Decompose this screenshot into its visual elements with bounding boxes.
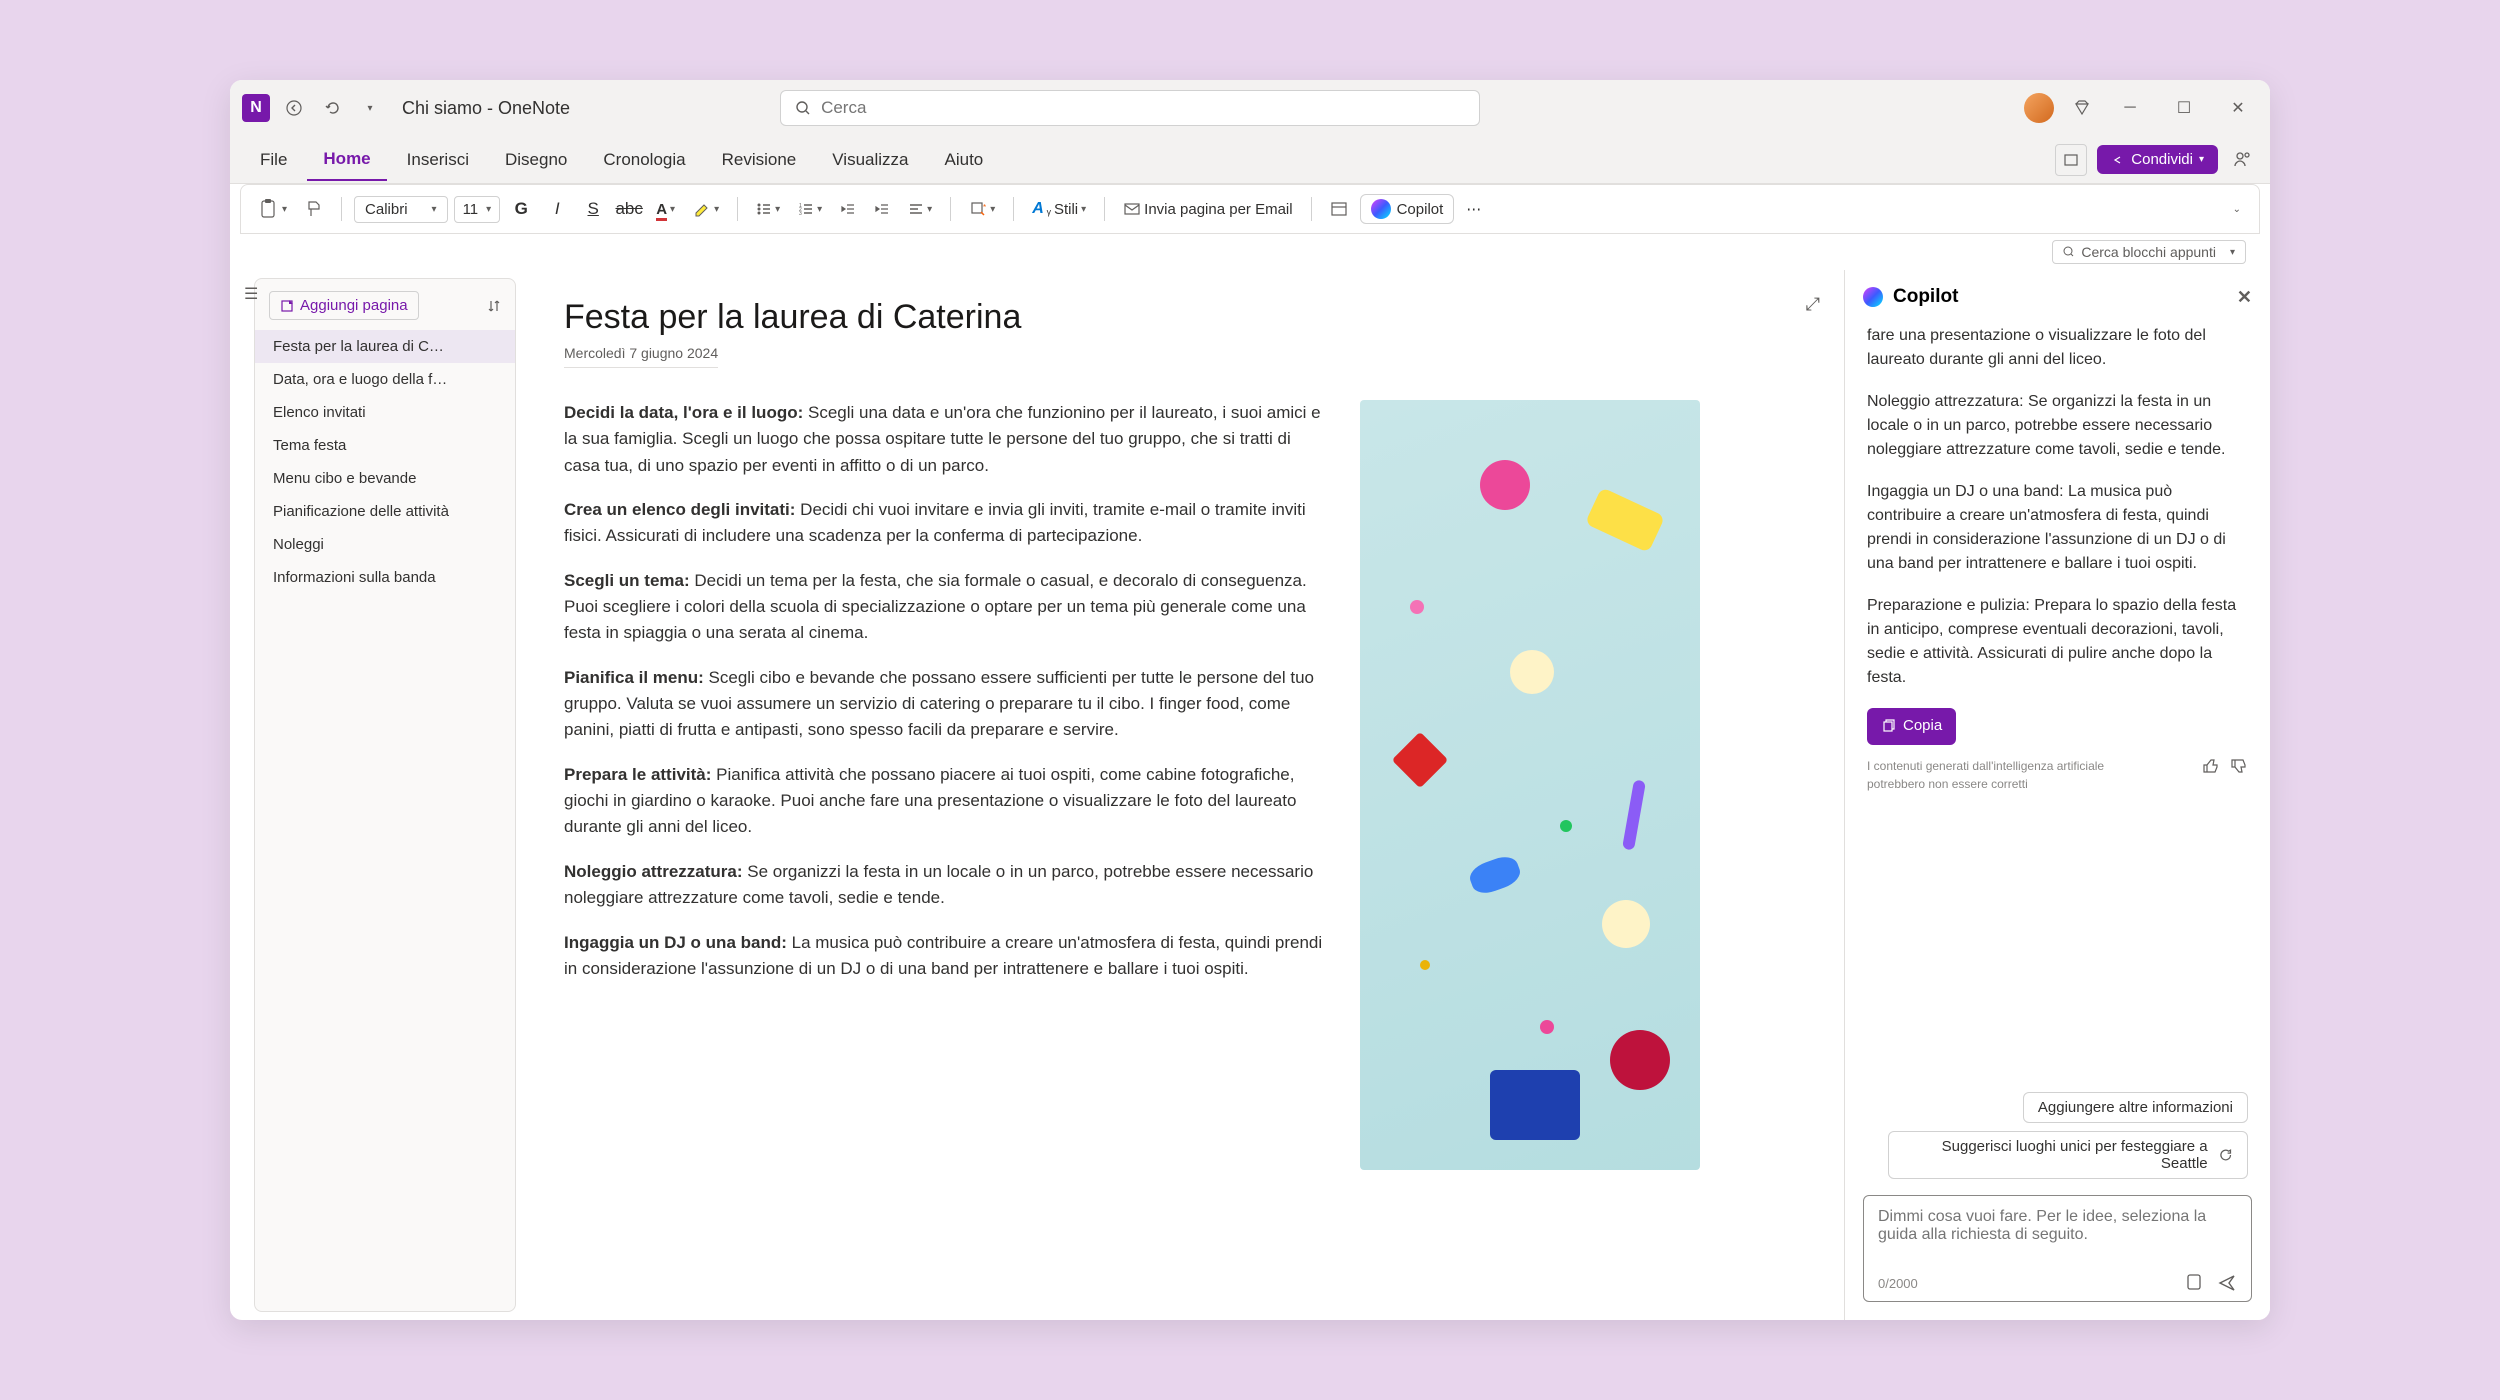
indent-button[interactable] xyxy=(868,197,896,221)
search-box[interactable] xyxy=(780,90,1480,126)
mode-switch-button[interactable] xyxy=(2055,144,2087,176)
titlebar: N ▾ Chi siamo - OneNote ─ ☐ ✕ xyxy=(230,80,2270,136)
copilot-textarea[interactable] xyxy=(1878,1208,2237,1264)
refresh-icon xyxy=(2218,1147,2233,1163)
page-list-item[interactable]: Festa per la laurea di C… xyxy=(255,330,515,363)
window-title: Chi siamo - OneNote xyxy=(402,98,570,119)
app-window: N ▾ Chi siamo - OneNote ─ ☐ ✕ File Home … xyxy=(230,80,2270,1320)
tab-file[interactable]: File xyxy=(244,140,303,180)
tab-insert[interactable]: Inserisci xyxy=(391,140,485,180)
strikethrough-button[interactable]: abc xyxy=(614,194,644,224)
numbering-button[interactable]: 123 ▾ xyxy=(792,197,828,221)
font-color-button[interactable]: A ▾ xyxy=(650,197,681,222)
share-button[interactable]: Condividi ▾ xyxy=(2097,145,2218,174)
bullets-button[interactable]: ▾ xyxy=(750,197,786,221)
format-painter-button[interactable] xyxy=(299,196,329,222)
thumbs-down-icon[interactable] xyxy=(2230,757,2248,775)
search-input[interactable] xyxy=(821,98,1465,118)
tab-home[interactable]: Home xyxy=(307,139,386,181)
email-page-button[interactable]: Invia pagina per Email xyxy=(1117,196,1298,222)
page-list-item[interactable]: Data, ora e luogo della f… xyxy=(255,363,515,396)
user-avatar[interactable] xyxy=(2024,93,2054,123)
copilot-logo-icon xyxy=(1371,199,1391,219)
sub-toolbar: ☰ Cerca blocchi appunti ▾ xyxy=(230,234,2270,270)
tab-draw[interactable]: Disegno xyxy=(489,140,583,180)
page-list-item[interactable]: Tema festa xyxy=(255,429,515,462)
suggestion-chips: Aggiungere altre informazioni Suggerisci… xyxy=(1845,1082,2270,1189)
tab-history[interactable]: Cronologia xyxy=(587,140,701,180)
nav-toggle-icon[interactable]: ☰ xyxy=(244,284,258,304)
page-date: Mercoledì 7 giugno 2024 xyxy=(564,345,718,368)
svg-text:3: 3 xyxy=(799,211,802,217)
copilot-close-button[interactable]: ✕ xyxy=(2237,287,2252,308)
main-content: Aggiungi pagina Festa per la laurea di C… xyxy=(230,270,2270,1320)
onenote-app-icon: N xyxy=(242,94,270,122)
highlight-button[interactable]: ▾ xyxy=(687,196,725,222)
add-page-button[interactable]: Aggiungi pagina xyxy=(269,291,419,320)
page-canvas[interactable]: ⤢ Festa per la laurea di Caterina Mercol… xyxy=(516,270,1844,1320)
align-button[interactable]: ▾ xyxy=(902,197,938,221)
prompt-guide-icon[interactable] xyxy=(2185,1273,2203,1293)
outdent-button[interactable] xyxy=(834,197,862,221)
copy-button[interactable]: Copia xyxy=(1867,708,1956,745)
char-counter: 0/2000 xyxy=(1878,1276,1918,1291)
italic-button[interactable]: I xyxy=(542,194,572,224)
send-button[interactable] xyxy=(2217,1273,2237,1293)
ribbon-collapse-button[interactable]: ⌄ xyxy=(2227,200,2247,219)
tab-help[interactable]: Aiuto xyxy=(929,140,1000,180)
page-list-panel: Aggiungi pagina Festa per la laurea di C… xyxy=(254,278,516,1312)
bold-button[interactable]: G xyxy=(506,194,536,224)
font-family-select[interactable]: Calibri▾ xyxy=(354,196,448,223)
page-list-item[interactable]: Pianificazione delle attività xyxy=(255,495,515,528)
ribbon-tabs: File Home Inserisci Disegno Cronologia R… xyxy=(230,136,2270,184)
copilot-logo-icon xyxy=(1863,287,1883,307)
tab-view[interactable]: Visualizza xyxy=(816,140,924,180)
copilot-pane: Copilot ✕ fare una presentazione o visua… xyxy=(1844,270,2270,1320)
suggestion-chip[interactable]: Suggerisci luoghi unici per festeggiare … xyxy=(1888,1131,2248,1179)
copilot-ribbon-button[interactable]: Copilot xyxy=(1360,194,1455,224)
svg-text:*: * xyxy=(983,203,986,212)
thumbs-up-icon[interactable] xyxy=(2202,757,2220,775)
undo-button[interactable] xyxy=(318,94,346,122)
copilot-response: fare una presentazione o visualizzare le… xyxy=(1845,324,2270,1082)
copilot-header: Copilot ✕ xyxy=(1845,270,2270,324)
maximize-button[interactable]: ☐ xyxy=(2164,88,2204,128)
meeting-details-button[interactable] xyxy=(1324,196,1354,222)
page-title[interactable]: Festa per la laurea di Caterina xyxy=(564,298,1796,337)
account-manager-icon[interactable] xyxy=(2228,146,2256,174)
notebook-search[interactable]: Cerca blocchi appunti ▾ xyxy=(2052,240,2246,264)
page-list-item[interactable]: Menu cibo e bevande xyxy=(255,462,515,495)
customize-qat-button[interactable]: ▾ xyxy=(356,94,384,122)
paste-button[interactable]: ▾ xyxy=(253,194,293,224)
underline-button[interactable]: S xyxy=(578,194,608,224)
search-icon xyxy=(795,100,811,116)
ribbon-more-button[interactable]: ⋯ xyxy=(1460,196,1487,222)
tab-review[interactable]: Revisione xyxy=(706,140,813,180)
party-image xyxy=(1360,400,1700,1170)
close-button[interactable]: ✕ xyxy=(2218,88,2258,128)
ai-disclaimer: I contenuti generati dall'intelligenza a… xyxy=(1867,757,2248,793)
page-list-item[interactable]: Elenco invitati xyxy=(255,396,515,429)
page-text[interactable]: Decidi la data, l'ora e il luogo: Scegli… xyxy=(564,400,1324,1170)
minimize-button[interactable]: ─ xyxy=(2110,88,2150,128)
tag-button[interactable]: * ▾ xyxy=(963,196,1001,222)
page-list-item[interactable]: Informazioni sulla banda xyxy=(255,561,515,594)
sort-pages-button[interactable] xyxy=(487,299,501,313)
back-button[interactable] xyxy=(280,94,308,122)
diamond-icon[interactable] xyxy=(2068,94,2096,122)
ribbon-toolbar: ▾ Calibri▾ 11▾ G I S abc A ▾ ▾ ▾ 123 xyxy=(240,184,2260,234)
styles-button[interactable]: Aᵧ Stili ▾ xyxy=(1026,196,1092,222)
copilot-input-box[interactable]: 0/2000 xyxy=(1863,1195,2252,1302)
fullscreen-icon[interactable]: ⤢ xyxy=(1806,294,1820,315)
page-list-item[interactable]: Noleggi xyxy=(255,528,515,561)
suggestion-chip[interactable]: Aggiungere altre informazioni xyxy=(2023,1092,2248,1123)
font-size-select[interactable]: 11▾ xyxy=(454,196,501,223)
